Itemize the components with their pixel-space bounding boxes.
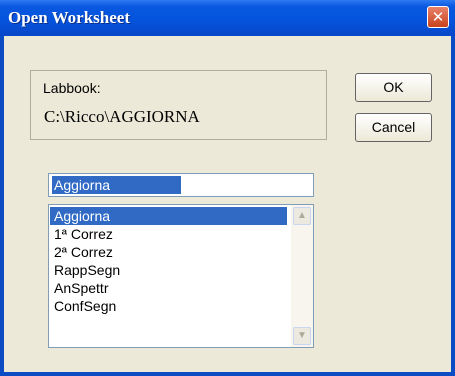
labbook-group: Labbook: C:\Ricco\AGGIORNA	[30, 70, 327, 140]
list-item[interactable]: 1ª Correz	[50, 225, 287, 243]
labbook-path: C:\Ricco\AGGIORNA	[44, 107, 200, 126]
list-item[interactable]: RappSegn	[50, 261, 287, 279]
cancel-button[interactable]: Cancel	[355, 113, 432, 142]
scroll-down-button[interactable]: ▼	[293, 327, 311, 345]
scroll-up-button[interactable]: ▲	[293, 207, 311, 225]
window-title: Open Worksheet	[8, 8, 131, 27]
list-item[interactable]: AnSpettr	[50, 279, 287, 297]
close-icon: ✕	[431, 8, 445, 26]
open-worksheet-dialog: Open Worksheet ✕ Labbook: C:\Ricco\AGGIO…	[0, 0, 455, 376]
labbook-label: Labbook:	[43, 80, 101, 96]
worksheet-list[interactable]: Aggiorna 1ª Correz 2ª Correz RappSegn An…	[48, 204, 314, 348]
title-bar[interactable]: Open Worksheet ✕	[0, 0, 455, 36]
ok-button[interactable]: OK	[355, 73, 432, 102]
close-button[interactable]: ✕	[427, 6, 449, 28]
list-item[interactable]: 2ª Correz	[50, 243, 287, 261]
list-item[interactable]: ConfSegn	[50, 297, 287, 315]
chevron-up-icon: ▲	[297, 210, 307, 221]
list-item[interactable]: Aggiorna	[50, 207, 287, 225]
list-scrollbar[interactable]: ▲ ▼	[291, 205, 313, 347]
input-selected-text: Aggiorna	[52, 176, 181, 194]
worksheet-name-input[interactable]: Aggiorna	[48, 173, 314, 197]
chevron-down-icon: ▼	[297, 330, 307, 341]
